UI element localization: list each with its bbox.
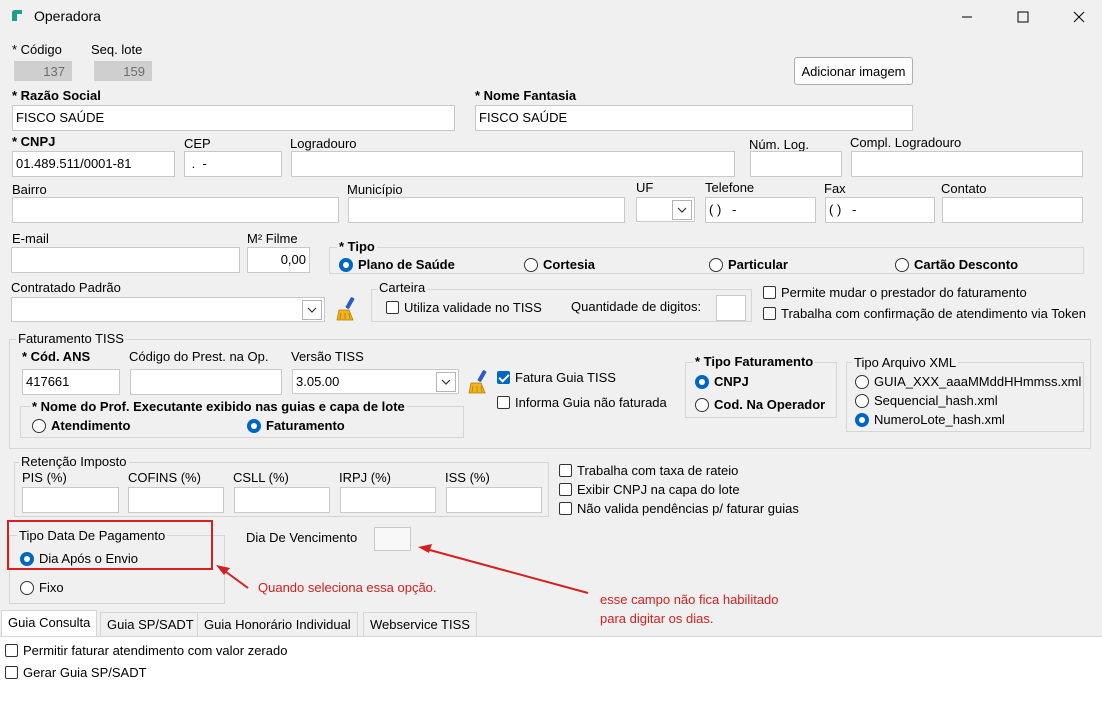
tab-guia-honorario[interactable]: Guia Honorário Individual: [197, 612, 358, 636]
tab-guia-sp-sadt[interactable]: Guia SP/SADT: [100, 612, 201, 636]
annotation-note-2-line2: para digitar os dias.: [600, 611, 714, 626]
gerar-sadt-checkbox[interactable]: Gerar Guia SP/SADT: [5, 665, 147, 680]
permitir-zerado-checkbox[interactable]: Permitir faturar atendimento com valor z…: [5, 643, 287, 658]
annotation-arrows: [216, 544, 589, 594]
annotation-note-1: Quando seleciona essa opção.: [258, 580, 437, 595]
checkbox-icon: [5, 644, 18, 657]
tab-guia-consulta[interactable]: Guia Consulta: [1, 610, 98, 637]
tab-webservice-tiss[interactable]: Webservice TISS: [363, 612, 477, 636]
checkbox-icon: [5, 666, 18, 679]
annotation-note-2-line1: esse campo não fica habilitado: [600, 592, 779, 607]
